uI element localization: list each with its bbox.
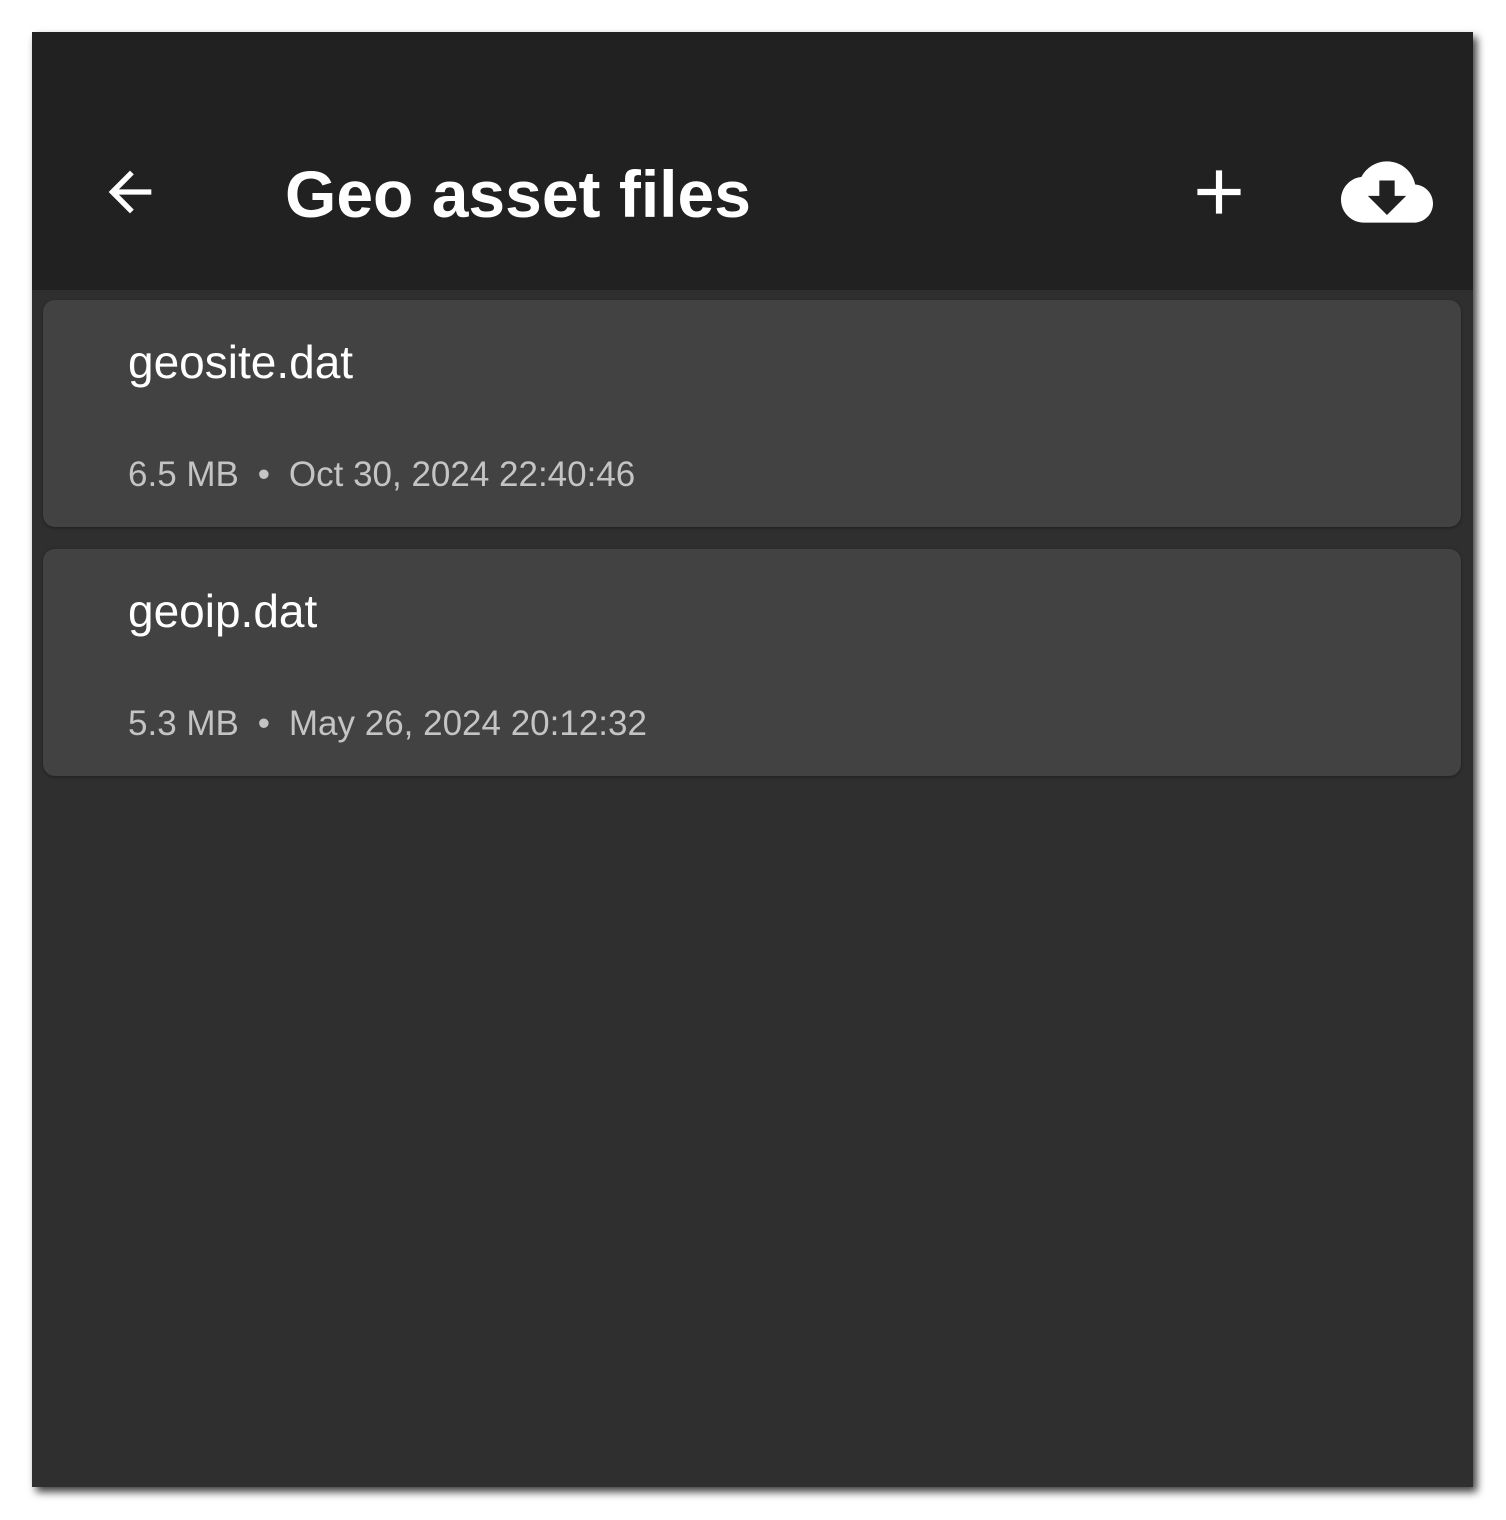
cloud-download-icon [1341,161,1433,223]
app-bar: Geo asset files [32,32,1473,290]
app-window: Geo asset files geosite.dat 6.5 MB • Oct 3… [32,32,1473,1487]
download-button[interactable] [1337,142,1437,242]
meta-separator: • [257,704,271,743]
file-name: geosite.dat [128,336,354,388]
page-title: Geo asset files [285,157,751,231]
add-button[interactable] [1169,142,1269,242]
file-list: geosite.dat 6.5 MB • Oct 30, 2024 22:40:46… [43,300,1461,798]
list-item-geosite[interactable]: geosite.dat 6.5 MB • Oct 30, 2024 22:40:46 [43,300,1461,527]
file-modified-date: Oct 30, 2024 22:40:46 [288,455,636,494]
file-modified-date: May 26, 2024 20:12:32 [288,704,647,743]
file-meta: 6.5 MB • Oct 30, 2024 22:40:46 [128,452,635,498]
file-meta: 5.3 MB • May 26, 2024 20:12:32 [128,701,647,747]
plus-icon [1197,170,1241,214]
arrow-left-icon [108,170,152,214]
back-button[interactable] [80,142,180,242]
meta-separator: • [257,455,271,494]
file-size: 5.3 MB [128,704,239,743]
file-size: 6.5 MB [128,455,239,494]
file-name: geoip.dat [128,585,318,637]
list-item-geoip[interactable]: geoip.dat 5.3 MB • May 26, 2024 20:12:32 [43,549,1461,776]
